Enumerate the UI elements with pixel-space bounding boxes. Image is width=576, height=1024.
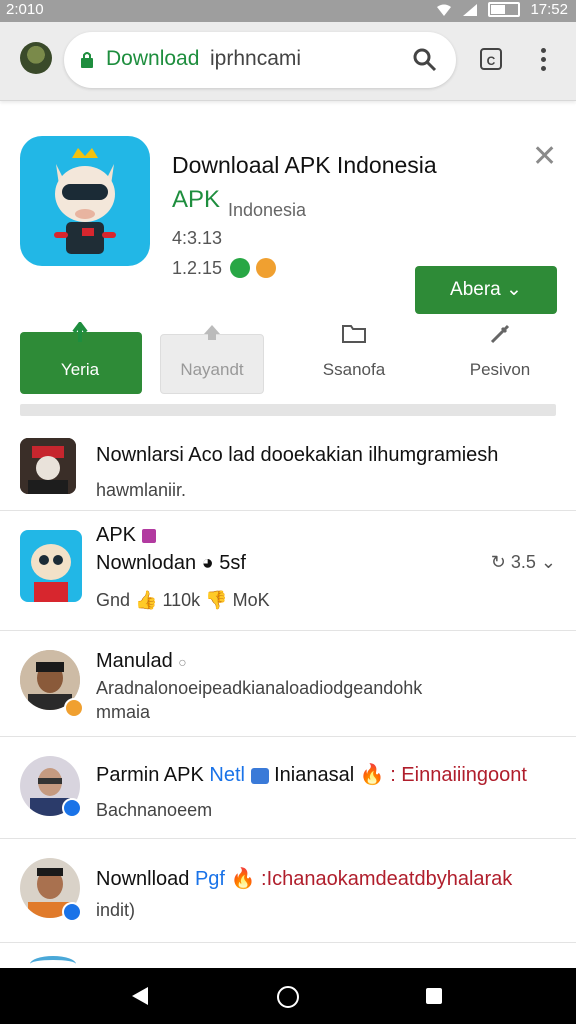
list-item[interactable]: Parmin APK Netl Inianasal 🔥 : Einnaiiing… <box>0 736 576 839</box>
app-mascot-icon <box>54 148 116 254</box>
app-developer[interactable]: APK <box>172 186 220 214</box>
close-icon[interactable]: ✕ <box>532 142 557 172</box>
app-title: Downloaal APK Indonesia <box>172 152 437 178</box>
feed-subtitle: Bachnanoeem <box>96 800 213 820</box>
app-icon[interactable] <box>20 136 150 266</box>
avatar <box>20 438 76 494</box>
fire-icon: 🔥 <box>359 764 385 786</box>
chevron-down-icon: ⌄ <box>540 552 556 572</box>
upload-icon <box>204 325 220 340</box>
action-upload-button[interactable]: Nayandt <box>160 320 264 394</box>
action-folder-button[interactable]: Ssanofa <box>294 320 414 394</box>
status-time-right: 17:52 <box>530 1 568 18</box>
system-nav-bar <box>0 968 576 1024</box>
status-time-left: 2:010 <box>6 1 44 18</box>
action-install-button[interactable]: Yeria <box>20 320 142 394</box>
status-bar: 2:010 17:52 <box>0 0 576 22</box>
feed-subtitle: indit) <box>96 900 136 920</box>
tab-switcher-button[interactable]: C <box>480 48 502 70</box>
action-label: Yeria <box>60 360 100 379</box>
app-subtitle: Indonesia <box>228 200 307 220</box>
chevron-down-icon: ⌄ <box>506 279 522 300</box>
recents-icon[interactable] <box>426 988 442 1004</box>
action-bar: Yeria Nayandt Ssanofa Pesivon <box>0 320 576 400</box>
list-item[interactable]: APK Nownlodan ◕ 5sf Gnd 👍 110k 👎 MoK ↻ 3… <box>0 510 576 631</box>
feed-title: Manulad ○ <box>96 650 187 672</box>
like-count: 110k <box>162 590 201 610</box>
emoji-badge-icon <box>256 258 276 278</box>
tag-icon <box>141 528 156 543</box>
overflow-menu-icon[interactable] <box>536 46 550 74</box>
feed-title: Nownlodan ◕ 5sf <box>96 552 246 574</box>
list-item[interactable]: Nownlload Pgf 🔥 :Ichanaokamdeatdbyhalara… <box>0 838 576 943</box>
feed-tag: APK <box>96 524 156 547</box>
dislike-count: MoK <box>232 590 270 610</box>
avatar <box>20 530 82 602</box>
version-label[interactable]: ↻ 3.5 ⌄ <box>491 552 556 573</box>
feed-stats: Gnd 👍 110k 👎 MoK <box>96 590 270 610</box>
home-icon[interactable] <box>277 986 299 1008</box>
search-icon[interactable] <box>412 47 438 73</box>
action-label: Nayandt <box>180 360 244 379</box>
address-bar[interactable]: Download iprhncami <box>64 32 456 88</box>
thumbs-down-icon[interactable]: 👎 <box>205 590 227 610</box>
open-button[interactable]: Abera ⌄ <box>415 266 557 314</box>
verified-badge-icon <box>62 798 82 818</box>
wifi-icon <box>437 4 452 16</box>
browser-toolbar: Download iprhncami C <box>0 22 576 101</box>
profile-avatar[interactable] <box>20 42 52 74</box>
url-domain: Download <box>106 47 200 70</box>
back-icon[interactable] <box>132 987 148 1005</box>
feed-title: Nownlarsi Aco lad dooekakian ilhumgramie… <box>96 444 499 466</box>
tv-icon <box>250 767 269 784</box>
app-size: 1.2.15 <box>172 258 223 278</box>
status-icons: 17:52 <box>436 1 568 18</box>
install-icon <box>72 322 88 342</box>
open-button-label: Abera <box>450 279 501 300</box>
verified-badge-icon <box>62 902 82 922</box>
verified-badge-icon <box>64 698 84 718</box>
dot-icon: ○ <box>178 654 187 670</box>
battery-icon <box>488 2 521 17</box>
action-label: Pesivon <box>469 360 531 379</box>
feed-body-2: mmaia <box>96 702 151 722</box>
list-item[interactable]: Nownlarsi Aco lad dooekakian ilhumgramie… <box>0 418 576 511</box>
verified-badge-icon <box>230 258 250 278</box>
section-divider <box>20 404 556 416</box>
refresh-icon: ↻ <box>490 552 506 572</box>
action-label: Ssanofa <box>322 360 386 379</box>
url-path: iprhncami <box>210 47 302 70</box>
feed-subtitle: hawmlaniir. <box>96 480 187 500</box>
lock-icon <box>81 52 93 68</box>
signal-icon <box>463 3 478 16</box>
action-edit-button[interactable]: Pesivon <box>440 320 560 394</box>
badge-icon: ◕ <box>201 552 214 574</box>
thumbs-up-icon[interactable]: 👍 <box>135 590 157 610</box>
feed-title: Nownlload Pgf 🔥 :Ichanaokamdeatdbyhalara… <box>96 868 513 890</box>
feed-title: Parmin APK Netl Inianasal 🔥 : Einnaiiing… <box>96 764 527 786</box>
list-item[interactable]: Manulad ○ Aradnalonoeipeadkianaloadiodge… <box>0 630 576 737</box>
feed-body: Aradnalonoeipeadkianaloadiodgeandohk <box>96 678 423 698</box>
app-rating: 4:3.13 <box>172 228 223 248</box>
edit-icon <box>490 324 510 344</box>
folder-icon <box>342 325 366 343</box>
flame-icon: 🔥 <box>230 868 256 890</box>
